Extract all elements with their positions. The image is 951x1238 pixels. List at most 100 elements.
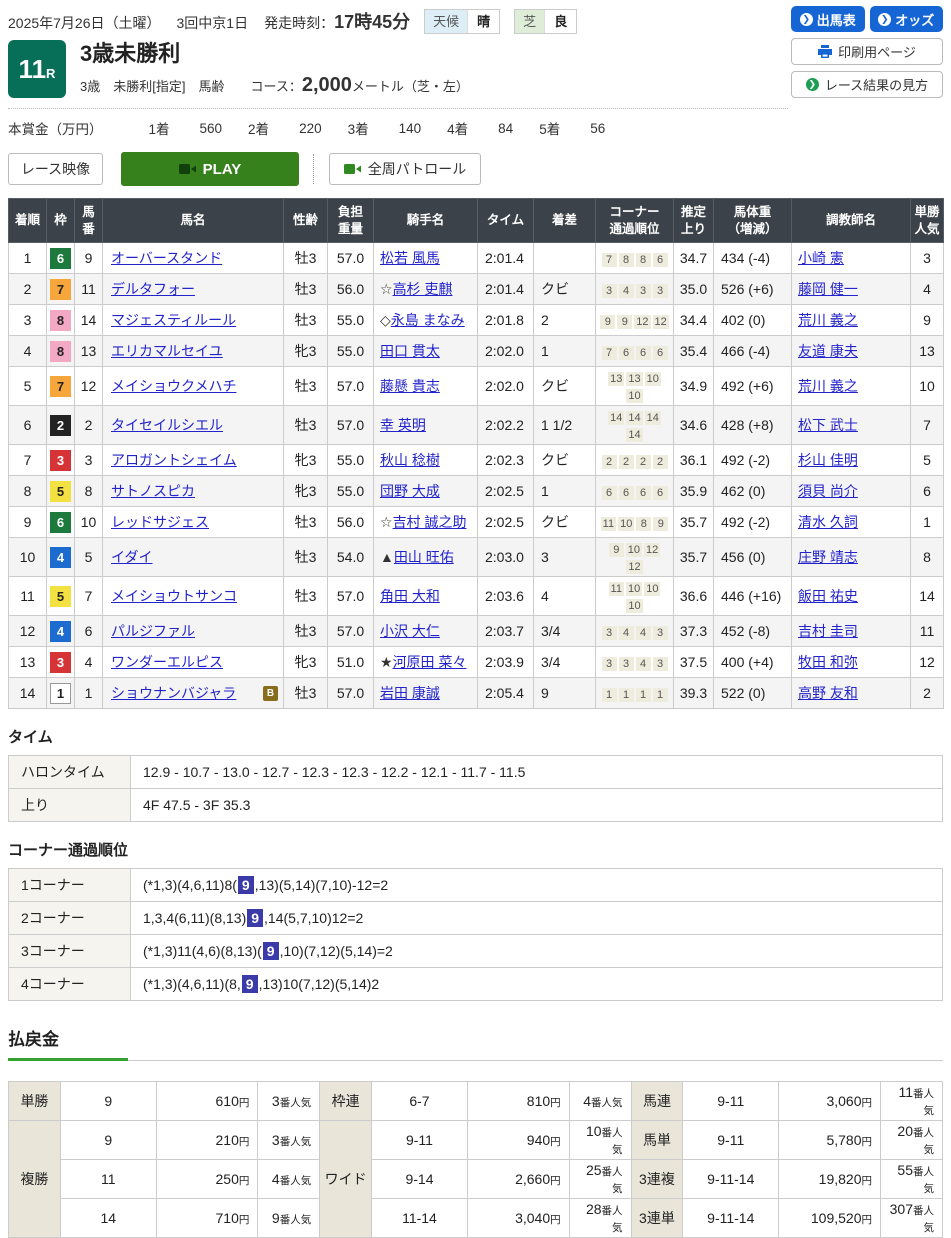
payout-sanrentan-popularity: 307番人気 [880,1198,943,1238]
print-page-button[interactable]: 印刷用ページ [791,38,943,65]
table-row: 2コーナー 1,3,4(6,11)(8,13) 9,14(5,7,10)12=2 [8,901,943,935]
horse-link[interactable]: エリカマルセイユ [111,343,223,359]
sex-age: 牡3 [283,576,328,616]
corner-order-text: 1,3,4(6,11)(8,13) [143,910,247,926]
payout-wide-popularity: 10番人気 [568,1120,632,1160]
body-weight: 492 (-2) [713,506,792,538]
horse-number: 10 [74,506,103,538]
horse-link[interactable]: イダイ [111,549,152,565]
horse-link[interactable]: タイセイルシエル [111,417,223,433]
trainer-link[interactable]: 清水 久詞 [798,514,858,530]
waku-badge: 4 [50,620,71,642]
jockey-link[interactable]: 角田 大和 [380,588,440,604]
trainer-link[interactable]: 牧田 和弥 [798,654,858,670]
corner-2-order: 1,3,4(6,11)(8,13) 9,14(5,7,10)12=2 [130,901,943,935]
trainer-link[interactable]: 高野 友和 [798,685,858,701]
corner-pos: 11 [608,582,624,596]
rank: 2 [8,273,47,305]
carried-weight: 57.0 [327,576,374,616]
jockey-link[interactable]: 秋山 稔樹 [380,452,440,468]
horse-link[interactable]: アロガントシェイム [111,452,237,468]
prize-amount: 56 [590,120,606,136]
waku-badge: 2 [50,414,71,436]
amount-value: 2,660 [515,1170,551,1187]
trainer-link[interactable]: 飯田 祐史 [798,588,858,604]
horse-link[interactable]: ショウナンバジャラ [111,685,236,701]
jockey-link[interactable]: 団野 大成 [380,483,440,499]
trainer-link[interactable]: 荒川 義之 [798,312,858,328]
trainer-link[interactable]: 杉山 佳明 [798,452,858,468]
jockey-link[interactable]: 岩田 康誠 [380,685,440,701]
trainer-link[interactable]: 庄野 靖志 [798,549,858,565]
jockey-link[interactable]: 永島 まなみ [391,312,465,328]
ninki-unit: 番人気 [913,1127,934,1156]
horse-link[interactable]: レッドサジェス [111,514,209,530]
trainer-link[interactable]: 藤岡 健一 [798,281,858,297]
turf-condition-badge: 芝 良 [514,8,578,34]
margin: 1 [533,335,596,367]
horse-link[interactable]: メイショウクメハチ [111,378,236,394]
corner-pos: 10 [644,582,661,596]
horse-number: 3 [74,444,103,476]
finish-time: 2:03.7 [477,615,534,647]
trainer-link[interactable]: 吉村 圭司 [798,623,858,639]
horse-link[interactable]: ワンダーエルピス [111,654,223,670]
jockey-link[interactable]: 田山 旺佑 [394,549,454,565]
payout-umatan-amount: 5,780円 [778,1120,881,1160]
payout-tansho-label: 単勝 [8,1081,61,1121]
rank: 11 [8,576,47,616]
horse-link[interactable]: メイショウトサンコ [111,588,237,604]
horse-link[interactable]: デルタフォー [111,281,195,297]
payout-wide-amount: 2,660円 [466,1159,570,1199]
jockey-link[interactable]: 小沢 大仁 [380,623,440,639]
jockey-mark: ◇ [380,312,391,328]
carried-weight: 55.0 [327,304,374,336]
highlighted-horse: 9 [241,975,258,993]
popularity: 2 [910,677,944,709]
sex-age: 牡3 [283,304,328,336]
carried-weight: 55.0 [327,444,374,476]
prize-label: 本賞金（万円） [8,122,103,137]
carried-weight: 51.0 [327,646,374,678]
corner-pos: 8 [636,516,652,531]
trainer-link[interactable]: 荒川 義之 [798,378,858,394]
jockey-link[interactable]: 藤懸 貴志 [380,378,440,394]
horse-link[interactable]: オーバースタンド [111,250,222,266]
jockey-link[interactable]: 吉村 誠之助 [393,514,467,530]
corner-pos: 4 [618,283,634,298]
race-video-button[interactable]: レース映像 [8,153,103,185]
course-label: コース： [250,79,302,95]
corner-pos: 10 [626,599,643,613]
play-button[interactable]: PLAY [121,152,299,186]
yen-unit: 円 [861,1096,873,1109]
patrol-video-button[interactable]: 全周パトロール [329,153,481,185]
corner-pos: 1 [618,687,634,702]
trainer-link[interactable]: 友道 康夫 [798,343,858,359]
results-guide-button[interactable]: ❯ レース結果の見方 [791,71,943,98]
trainer-link[interactable]: 松下 武士 [798,417,858,433]
col-header-time: タイム [477,198,534,243]
video-camera-icon [343,164,361,174]
amount-value: 940 [526,1131,551,1148]
popularity: 1 [910,506,944,538]
popularity: 5 [910,444,944,476]
jockey-link[interactable]: 幸 英明 [380,417,426,433]
horse-link[interactable]: マジェスティルール [111,312,236,328]
carried-weight: 56.0 [327,273,374,305]
corner-4-label: 4コーナー [8,967,131,1001]
horse-link[interactable]: サトノスピカ [111,483,195,499]
trainer-link[interactable]: 須貝 尚介 [798,483,858,499]
jockey-link[interactable]: 高杉 吏麒 [393,281,453,297]
jockey-link[interactable]: 田口 貫太 [380,343,440,359]
col-header-number: 馬 番 [74,198,103,243]
odds-button[interactable]: ❯ オッズ [869,6,943,32]
jockey-link[interactable]: 河原田 菜々 [393,654,467,670]
pop-value: 9 [271,1209,280,1226]
jockey-link[interactable]: 松若 風馬 [380,250,440,266]
shutsuba-button[interactable]: ❯ 出馬表 [791,6,865,32]
pop-value: 20 [897,1123,913,1139]
trainer-link[interactable]: 小崎 憲 [798,250,844,266]
corner-pos: 10 [618,516,635,531]
horse-link[interactable]: パルジファル [111,623,195,639]
corner-pos: 4 [635,625,651,640]
